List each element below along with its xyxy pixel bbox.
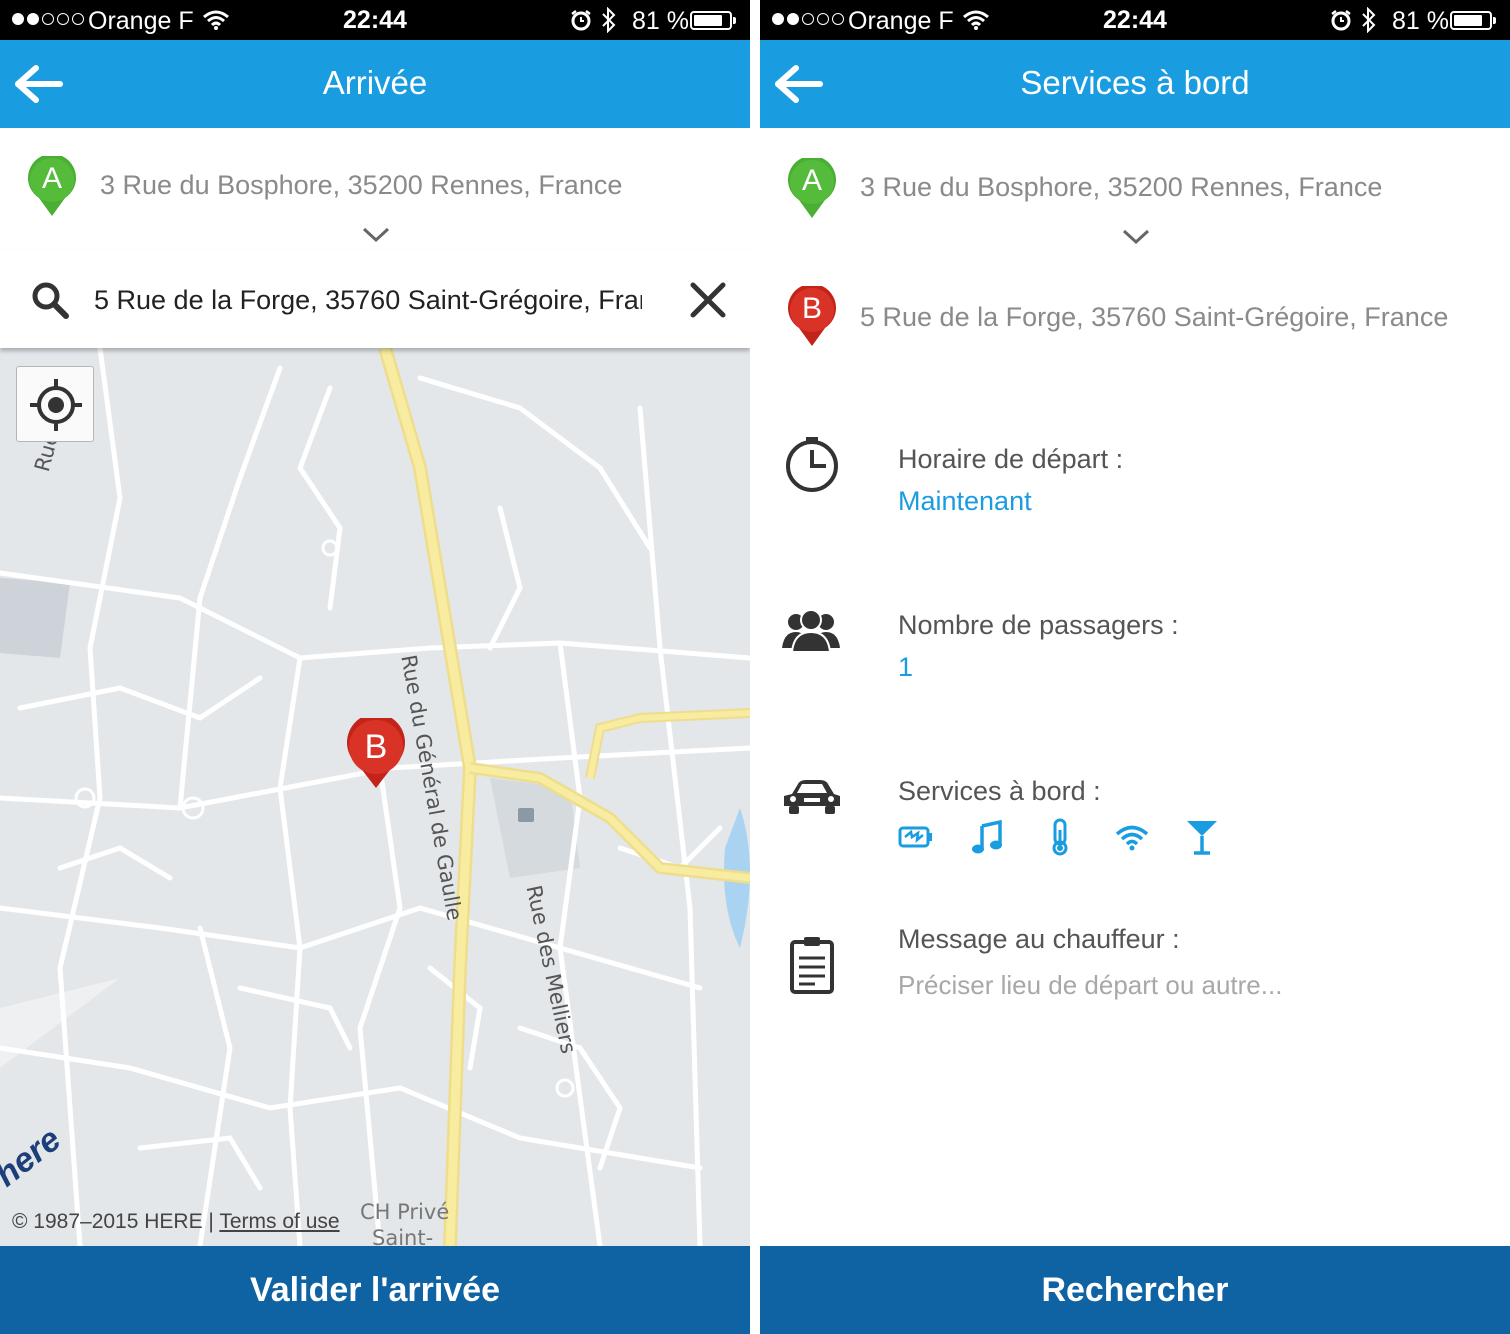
page-title: Arrivée [322, 64, 428, 101]
status-bar: Orange F 22:44 81 % [0, 0, 750, 40]
battery-percent: 81 % [632, 7, 689, 35]
map-roads [0, 348, 750, 1246]
page-title: Services à bord [1020, 64, 1250, 101]
nav-bar: Arrivée [0, 40, 750, 128]
destination-marker-b: B [785, 283, 839, 350]
destination-search-input[interactable] [94, 280, 642, 320]
car-icon [784, 780, 840, 814]
passengers-icon [782, 609, 840, 653]
destination-marker-b[interactable]: B [344, 713, 408, 790]
clear-icon[interactable] [688, 280, 728, 320]
locate-me-button[interactable] [16, 366, 94, 442]
search-icon [32, 282, 69, 319]
chevron-down-icon[interactable] [1121, 228, 1151, 246]
onboard-services-screen: Orange F 22:44 81 % Services à bord A 3 … [760, 0, 1510, 1334]
crosshair-icon [30, 379, 82, 431]
copyright-text: © 1987–2015 HERE | [12, 1210, 214, 1233]
cocktail-icon[interactable] [1184, 818, 1220, 856]
screen-divider [750, 0, 760, 1334]
destination-address[interactable]: 5 Rue de la Forge, 35760 Saint-Grégoire,… [860, 302, 1448, 333]
bluetooth-icon [1362, 7, 1376, 33]
marker-label: A [801, 164, 822, 197]
clipboard-icon [790, 937, 834, 994]
chevron-down-icon[interactable] [361, 226, 391, 244]
thermometer-icon[interactable] [1042, 818, 1078, 856]
message-label: Message au chauffeur : [898, 924, 1180, 954]
nav-bar: Services à bord [760, 40, 1510, 128]
passengers-label: Nombre de passagers : [898, 610, 1179, 640]
departure-time-value[interactable]: Maintenant [898, 486, 1032, 517]
destination-search-bar [0, 250, 750, 348]
message-input[interactable]: Préciser lieu de départ ou autre... [898, 970, 1282, 1001]
street-label: Saint- [372, 1226, 434, 1246]
origin-address: 3 Rue du Bosphore, 35200 Rennes, France [100, 170, 623, 200]
arrival-screen: Orange F 22:44 81 % Arrivée A 3 Rue du B… [0, 0, 750, 1334]
marker-label: B [364, 728, 388, 766]
departure-label: Horaire de départ : [898, 444, 1124, 474]
alarm-icon [1331, 10, 1351, 31]
wifi-icon[interactable] [1114, 818, 1150, 856]
terms-of-use-link[interactable]: Terms of use [219, 1210, 339, 1233]
origin-address[interactable]: 3 Rue du Bosphore, 35200 Rennes, France [860, 172, 1382, 203]
alarm-icon [571, 10, 591, 31]
validate-arrival-button[interactable]: Valider l'arrivée [0, 1246, 750, 1334]
music-icon[interactable] [970, 818, 1006, 856]
street-label: CH Privé [360, 1200, 450, 1224]
origin-marker-a: A [25, 153, 79, 220]
map-copyright: © 1987–2015 HERE | Terms of use [12, 1210, 340, 1234]
battery-icon [1450, 11, 1496, 30]
search-button[interactable]: Rechercher [760, 1246, 1510, 1334]
status-bar: Orange F 22:44 81 % [760, 0, 1510, 40]
map-view[interactable]: Rue du Général de Gaulle Rue des Mellier… [0, 348, 750, 1246]
marker-label: B [801, 292, 822, 325]
passengers-count-value[interactable]: 1 [898, 652, 913, 683]
bluetooth-icon [602, 7, 616, 33]
battery-percent: 81 % [1392, 7, 1449, 35]
marker-label: A [41, 162, 62, 195]
battery-charging-icon[interactable] [898, 818, 934, 856]
battery-icon [690, 11, 736, 30]
services-label: Services à bord : [898, 776, 1101, 806]
origin-marker-a: A [785, 155, 839, 222]
clock-icon [786, 437, 838, 492]
